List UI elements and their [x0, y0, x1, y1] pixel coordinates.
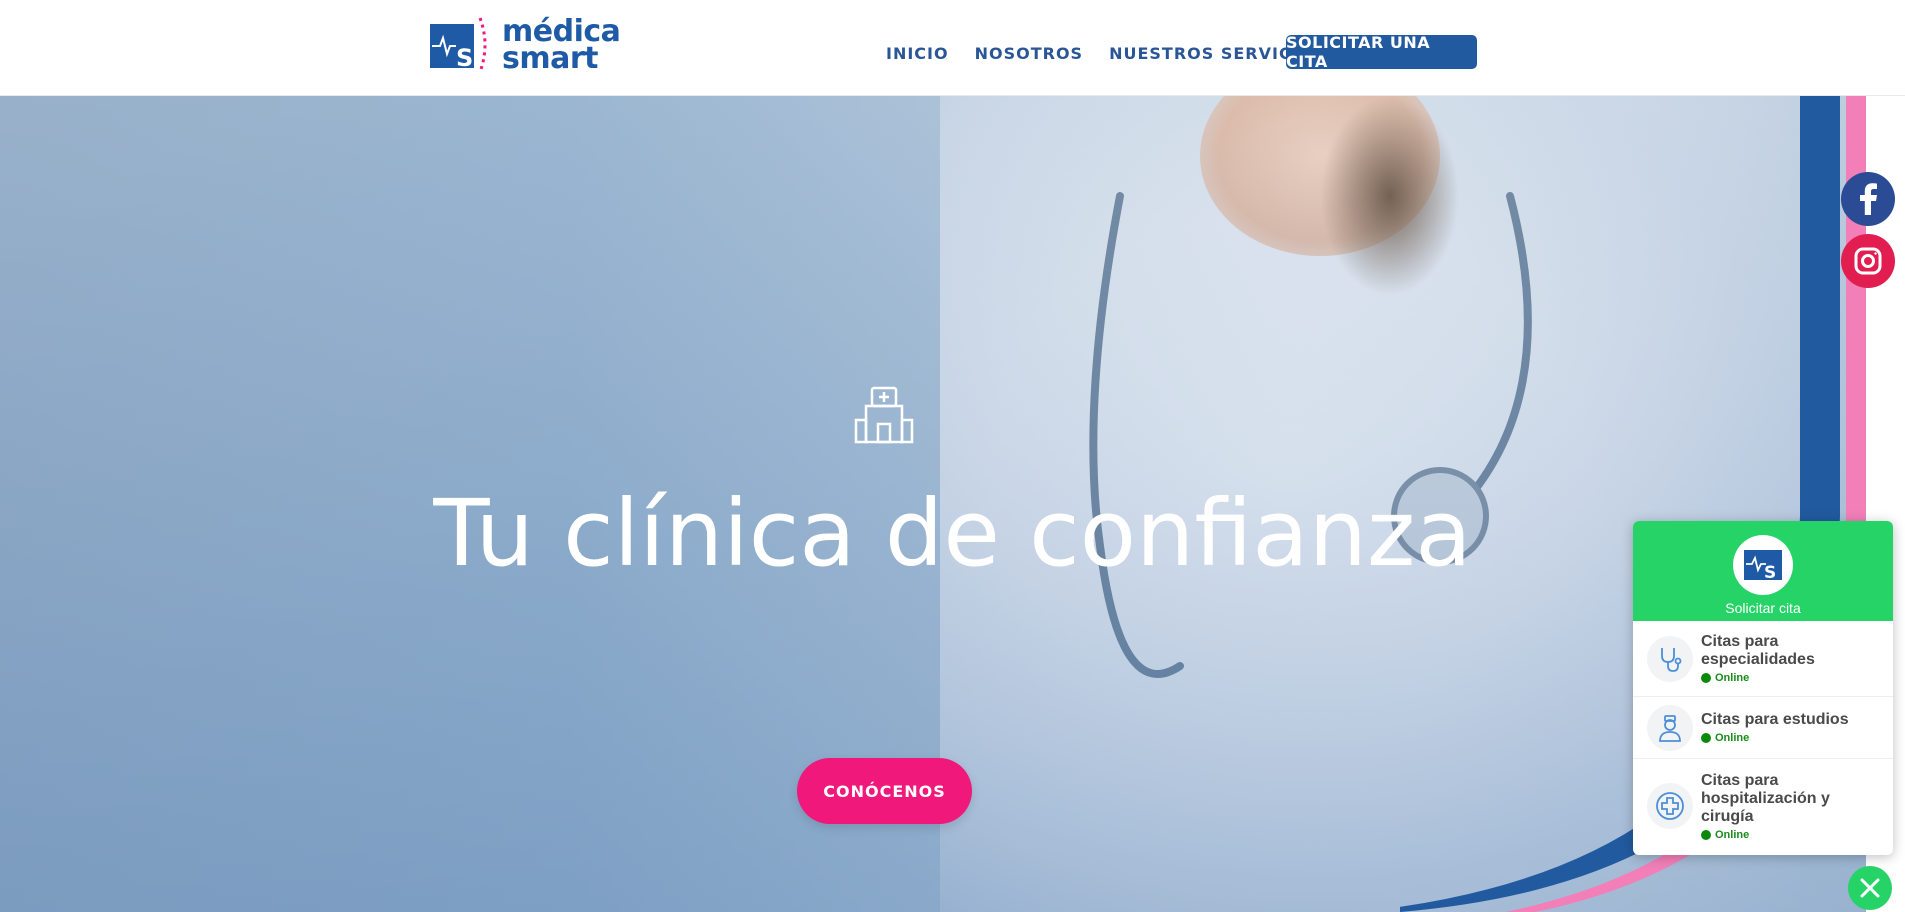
close-widget-button[interactable]	[1848, 866, 1892, 910]
svg-text:S: S	[456, 44, 473, 72]
status-badge: Online	[1701, 829, 1851, 841]
solicitar-cita-button[interactable]: SOLICITAR UNA CITA	[1286, 33, 1477, 71]
nav-nosotros[interactable]: NOSOTROS	[975, 40, 1083, 68]
widget-header: S Solicitar cita	[1633, 521, 1893, 621]
status-text: Online	[1715, 672, 1750, 684]
conocenos-button[interactable]: CONÓCENOS	[797, 758, 972, 824]
online-dot-icon	[1701, 829, 1711, 840]
nurse-icon	[1647, 704, 1693, 751]
svg-text:S: S	[1764, 563, 1776, 583]
online-dot-icon	[1701, 733, 1711, 743]
hero-title: Tu clínica de confianza	[433, 480, 1472, 587]
widget-item-label: Citas para hospitalización y cirugía	[1701, 771, 1830, 825]
instagram-icon[interactable]	[1841, 234, 1895, 288]
close-icon	[1860, 878, 1880, 898]
widget-item-estudios[interactable]: Citas para estudios Online	[1633, 697, 1893, 759]
widget-item-label: Citas para estudios	[1701, 711, 1849, 728]
facebook-icon[interactable]	[1841, 172, 1895, 226]
hero-section: Tu clínica de confianza CONÓCENOS	[0, 96, 1905, 912]
widget-item-label: Citas para especialidades	[1701, 633, 1815, 668]
status-text: Online	[1715, 828, 1750, 841]
widget-item-especialidades[interactable]: Citas para especialidades Online	[1633, 621, 1893, 697]
widget-item-hospitalizacion[interactable]: Citas para hospitalización y cirugía Onl…	[1633, 759, 1893, 853]
site-header: S médica smart INICIO NOSOTROS NUESTROS …	[0, 0, 1905, 96]
main-nav: INICIO NOSOTROS NUESTROS SERVICIOS	[886, 40, 1352, 68]
status-text: Online	[1715, 732, 1750, 744]
status-badge: Online	[1701, 672, 1883, 684]
stethoscope-icon	[1647, 635, 1693, 682]
widget-avatar: S	[1733, 535, 1793, 595]
logo-text: médica smart	[502, 16, 621, 74]
hospital-icon	[852, 384, 916, 448]
widget-title: Solicitar cita	[1725, 600, 1801, 616]
online-dot-icon	[1701, 673, 1711, 683]
plus-circle-icon	[1647, 783, 1693, 829]
logo-mark-icon: S	[430, 16, 488, 74]
nav-inicio[interactable]: INICIO	[886, 40, 949, 68]
logo[interactable]: S médica smart	[430, 12, 660, 78]
appointment-widget: S Solicitar cita Citas para especialidad…	[1633, 521, 1893, 855]
status-badge: Online	[1701, 732, 1849, 744]
